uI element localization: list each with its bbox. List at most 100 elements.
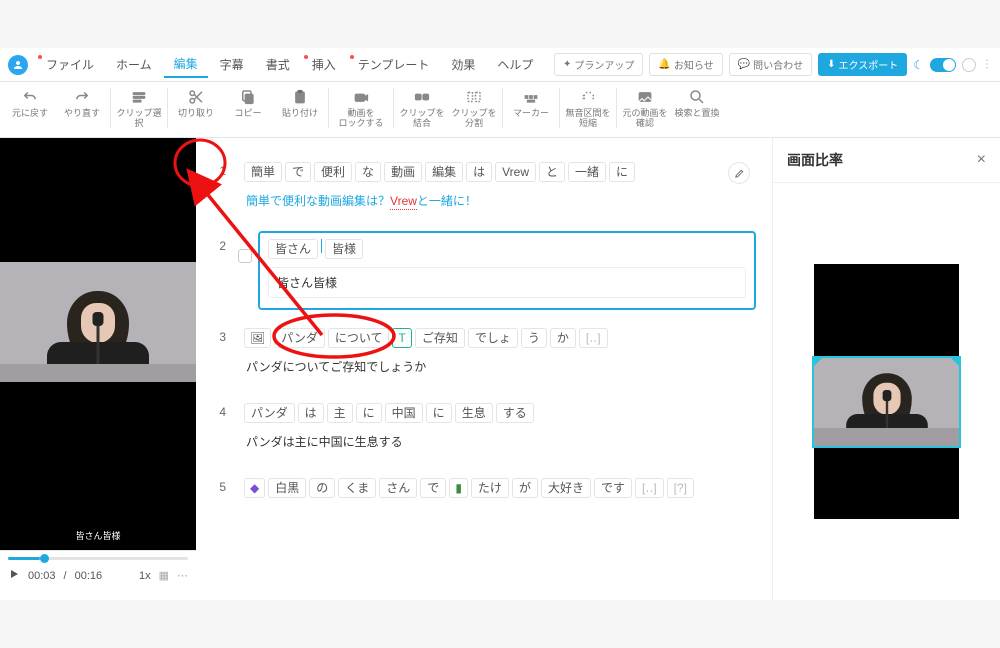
menu-edit-label: 編集: [174, 57, 198, 71]
image-marker-icon[interactable]: 🖼: [244, 328, 271, 348]
copy-label: コピー: [234, 109, 261, 119]
clip-row[interactable]: 3 🖼 パンダ について T ご存知 でしょ う か [‥] パンダについてご存…: [196, 322, 756, 385]
word-chip[interactable]: 動画: [384, 162, 422, 182]
word-chip[interactable]: 編集: [425, 162, 463, 182]
word-chip[interactable]: は: [298, 403, 324, 423]
bracket-chip[interactable]: [‥]: [635, 478, 664, 498]
word-chip[interactable]: ご存知: [415, 328, 465, 348]
word-chip[interactable]: する: [496, 403, 534, 423]
paste-label: 貼り付け: [282, 109, 318, 119]
grid-icon[interactable]: ▦: [159, 569, 169, 582]
clip-row[interactable]: 5 ◆ 白黒 の くま さん で ▮ たけ が 大好き です [‥] [?]: [196, 472, 756, 508]
word-chip[interactable]: 主: [327, 403, 353, 423]
undo-button[interactable]: 元に戻す: [4, 88, 56, 119]
word-chip[interactable]: で: [420, 478, 446, 498]
menu-edit[interactable]: 編集: [164, 51, 208, 78]
cut-button[interactable]: 切り取り: [170, 88, 222, 119]
paste-button[interactable]: 貼り付け: [274, 88, 326, 119]
subtitle-text[interactable]: パンダについてご存知でしょうか: [244, 358, 748, 375]
word-chip[interactable]: に: [426, 403, 452, 423]
clip-row[interactable]: 2 皆さん 皆様 皆さん皆様: [196, 231, 756, 310]
redo-button[interactable]: やり直す: [56, 88, 108, 119]
speed-label[interactable]: 1x: [139, 570, 151, 582]
menu-file-label: ファイル: [46, 58, 94, 72]
word-chip[interactable]: 皆様: [325, 239, 363, 259]
word-chip[interactable]: 皆さん: [268, 239, 318, 259]
clip-number: 1: [196, 156, 226, 178]
clip-number: 3: [196, 322, 226, 344]
word-chip[interactable]: 中国: [385, 403, 423, 423]
word-chip[interactable]: に: [609, 162, 635, 182]
silence-button[interactable]: 無音区間を 短縮: [562, 88, 614, 129]
edit-clip-button[interactable]: [728, 162, 750, 184]
text-marker-icon[interactable]: T: [392, 328, 411, 348]
word-chip[interactable]: Vrew: [495, 162, 536, 182]
original-video-button[interactable]: 元の動画を 確認: [619, 88, 671, 129]
find-replace-button[interactable]: 検索と置換: [671, 88, 723, 119]
copy-button[interactable]: コピー: [222, 88, 274, 119]
merge-clip-button[interactable]: クリップを 結合: [396, 88, 448, 129]
more-icon[interactable]: ⋯: [177, 569, 188, 582]
bracket-chip[interactable]: [?]: [667, 478, 694, 498]
menu-template[interactable]: テンプレート: [348, 52, 440, 77]
word-chip[interactable]: 生息: [455, 403, 493, 423]
menu-home[interactable]: ホーム: [106, 52, 162, 77]
plan-upgrade-button[interactable]: ✦ プランアップ: [554, 53, 643, 76]
ratio-preview[interactable]: [773, 183, 1000, 600]
clip-select-button[interactable]: クリップ選択: [113, 88, 165, 129]
menu-effect[interactable]: 効果: [441, 52, 485, 77]
clip-row[interactable]: 4 パンダ は 主 に 中国 に 生息 する パンダは主に中国に生息する: [196, 397, 756, 460]
export-button[interactable]: ⬇ エクスポート: [818, 53, 907, 76]
menu-bar: ファイル ホーム 編集 字幕 書式 挿入 テンプレート 効果 ヘルプ ✦ プラン…: [0, 48, 1000, 82]
word-chip[interactable]: 一緒: [568, 162, 606, 182]
close-panel-button[interactable]: ×: [977, 151, 986, 169]
word-chip[interactable]: 大好き: [541, 478, 591, 498]
word-chip[interactable]: パンダ: [244, 403, 295, 423]
progress-bar[interactable]: [8, 557, 188, 560]
word-chip[interactable]: 白黒: [268, 478, 306, 498]
clip-row[interactable]: 1 簡単 で 便利 な 動画 編集 は Vrew と 一緒 に 簡単で便利な動画…: [196, 156, 756, 219]
word-chip[interactable]: が: [512, 478, 538, 498]
word-chip[interactable]: パンダ: [274, 328, 325, 348]
word-chip[interactable]: さん: [379, 478, 417, 498]
word-chip[interactable]: に: [356, 403, 382, 423]
word-chip[interactable]: 簡単: [244, 162, 282, 182]
subtitle-input[interactable]: 皆さん皆様: [268, 267, 746, 298]
word-chip[interactable]: でしょ: [468, 328, 518, 348]
menu-insert[interactable]: 挿入: [302, 52, 346, 77]
subtitle-text[interactable]: 簡単で便利な動画編集は？Vrewと一緒に！: [244, 192, 748, 209]
user-avatar[interactable]: [8, 55, 28, 75]
notice-button[interactable]: 🔔 お知らせ: [649, 53, 722, 76]
word-chip[interactable]: う: [521, 328, 547, 348]
word-chip[interactable]: たけ: [471, 478, 509, 498]
word-chip[interactable]: と: [539, 162, 565, 182]
word-chip[interactable]: くま: [338, 478, 376, 498]
media-marker-icon[interactable]: ▮: [449, 478, 468, 498]
menu-help[interactable]: ヘルプ: [487, 52, 543, 77]
media-marker-icon[interactable]: ◆: [244, 478, 265, 498]
word-chip[interactable]: で: [285, 162, 311, 182]
play-button[interactable]: [8, 568, 20, 583]
word-chip[interactable]: です: [594, 478, 632, 498]
subtitle-text[interactable]: パンダは主に中国に生息する: [244, 433, 748, 450]
lock-video-button[interactable]: 動画を ロックする: [331, 88, 391, 129]
menu-subtitle[interactable]: 字幕: [210, 52, 254, 77]
word-chip[interactable]: は: [466, 162, 492, 182]
clip-checkbox[interactable]: [238, 249, 252, 263]
marker-button[interactable]: マーカー: [505, 88, 557, 119]
split-label: クリップを 分割: [451, 109, 496, 129]
contact-button[interactable]: 💬 問い合わせ: [729, 53, 812, 76]
menu-file[interactable]: ファイル: [36, 52, 104, 77]
menu-format[interactable]: 書式: [256, 52, 300, 77]
word-chip[interactable]: な: [355, 162, 381, 182]
theme-toggle[interactable]: [930, 58, 956, 72]
split-clip-button[interactable]: クリップを 分割: [448, 88, 500, 129]
word-chip[interactable]: の: [309, 478, 335, 498]
word-chip[interactable]: か: [550, 328, 576, 348]
preview-video[interactable]: [0, 138, 196, 505]
word-chip[interactable]: について: [328, 328, 390, 348]
word-chip[interactable]: 便利: [314, 162, 352, 182]
bracket-chip[interactable]: [‥]: [579, 328, 608, 348]
settings-icon[interactable]: ⋮: [982, 59, 992, 70]
lock-video-icon: [352, 88, 370, 106]
